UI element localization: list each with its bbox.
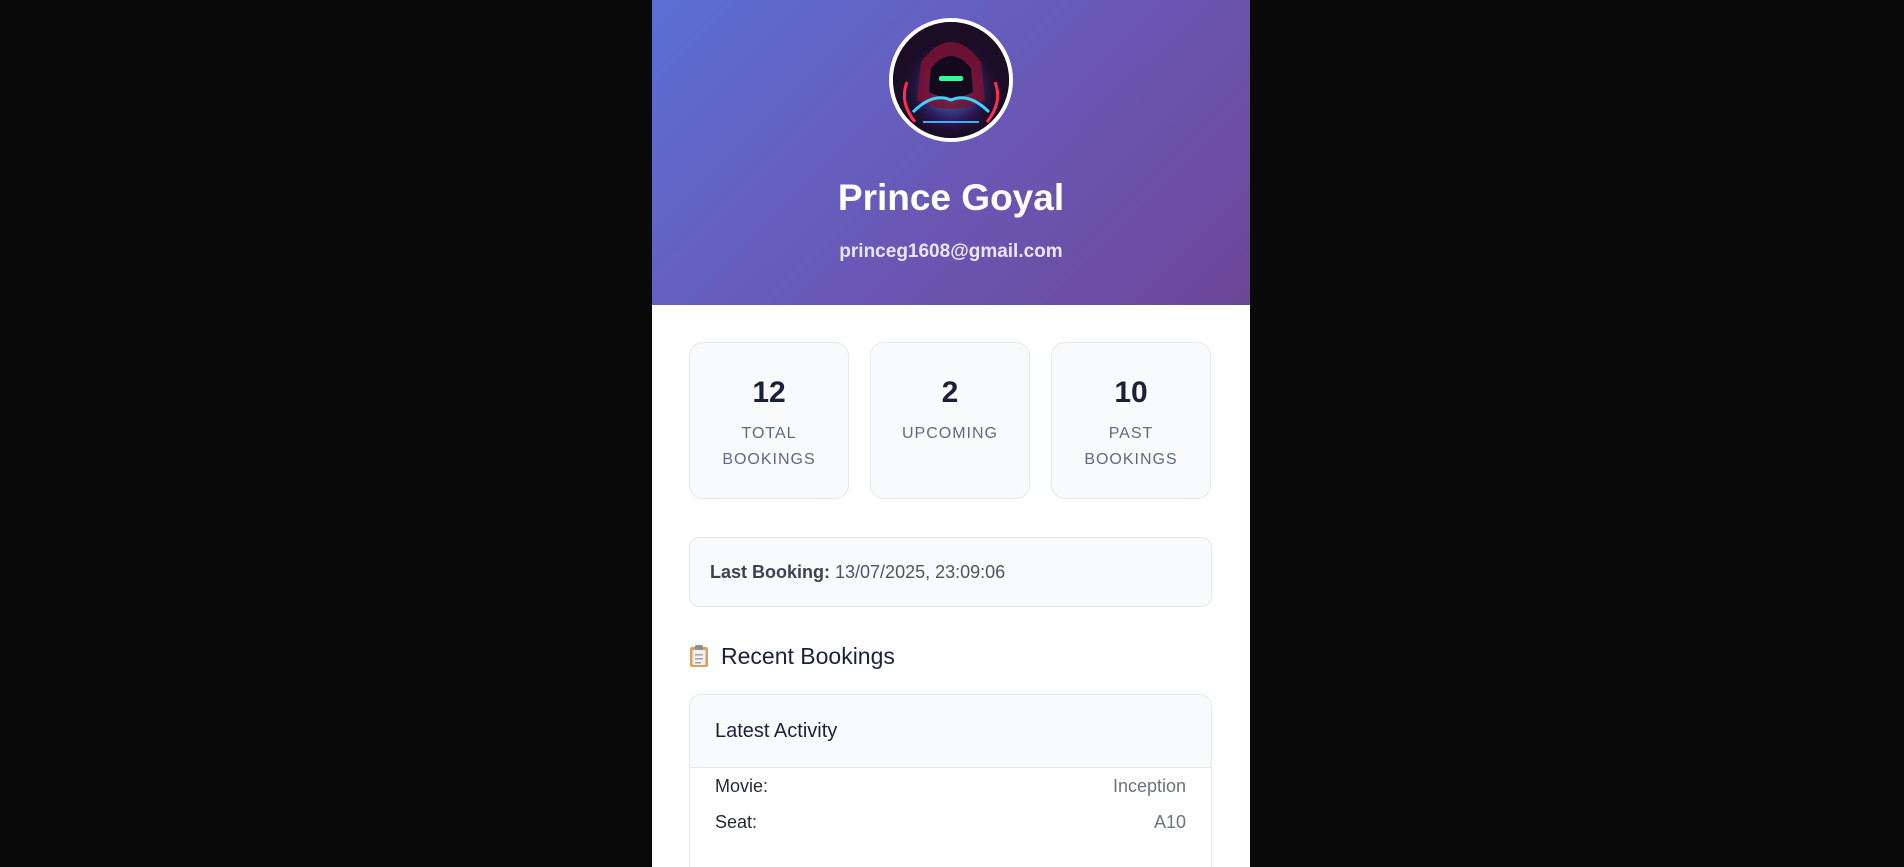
avatar[interactable]: [889, 18, 1013, 142]
stat-label: Total Bookings: [722, 425, 816, 468]
stat-past-bookings: 10 Past Bookings: [1051, 342, 1211, 499]
profile-header: Prince Goyal princeg1608@gmail.com: [652, 0, 1250, 305]
booking-row-movie: Movie: Inception: [690, 768, 1211, 804]
avatar-image: [893, 22, 1009, 138]
clipboard-icon: [690, 645, 708, 667]
last-booking-box: Last Booking: 13/07/2025, 23:09:06: [689, 537, 1212, 607]
last-booking-value: 13/07/2025, 23:09:06: [835, 562, 1006, 582]
profile-panel: Prince Goyal princeg1608@gmail.com 12 To…: [652, 0, 1250, 867]
stat-total-bookings: 12 Total Bookings: [689, 342, 849, 499]
latest-activity-card: Latest Activity Movie: Inception Seat: A…: [689, 694, 1212, 867]
stat-value: 10: [1114, 376, 1148, 409]
last-booking-label: Last Booking:: [710, 562, 830, 582]
stat-value: 12: [752, 376, 786, 409]
row-key: Seat:: [715, 812, 758, 832]
stat-upcoming: 2 Upcoming: [870, 342, 1030, 499]
row-value: A10: [1153, 812, 1186, 832]
recent-bookings-title: Recent Bookings: [721, 642, 895, 669]
latest-activity-title: Latest Activity: [690, 695, 1211, 768]
profile-name: Prince Goyal: [837, 177, 1065, 218]
recent-bookings-heading: Recent Bookings: [689, 638, 895, 674]
booking-row-seat: Seat: A10: [690, 804, 1211, 840]
stat-label: Past Bookings: [1084, 425, 1178, 468]
stat-value: 2: [941, 376, 959, 409]
row-key: Movie:: [715, 776, 769, 796]
profile-email: princeg1608@gmail.com: [839, 241, 1063, 262]
row-value: Inception: [1112, 776, 1186, 796]
stat-label: Upcoming: [902, 425, 998, 442]
